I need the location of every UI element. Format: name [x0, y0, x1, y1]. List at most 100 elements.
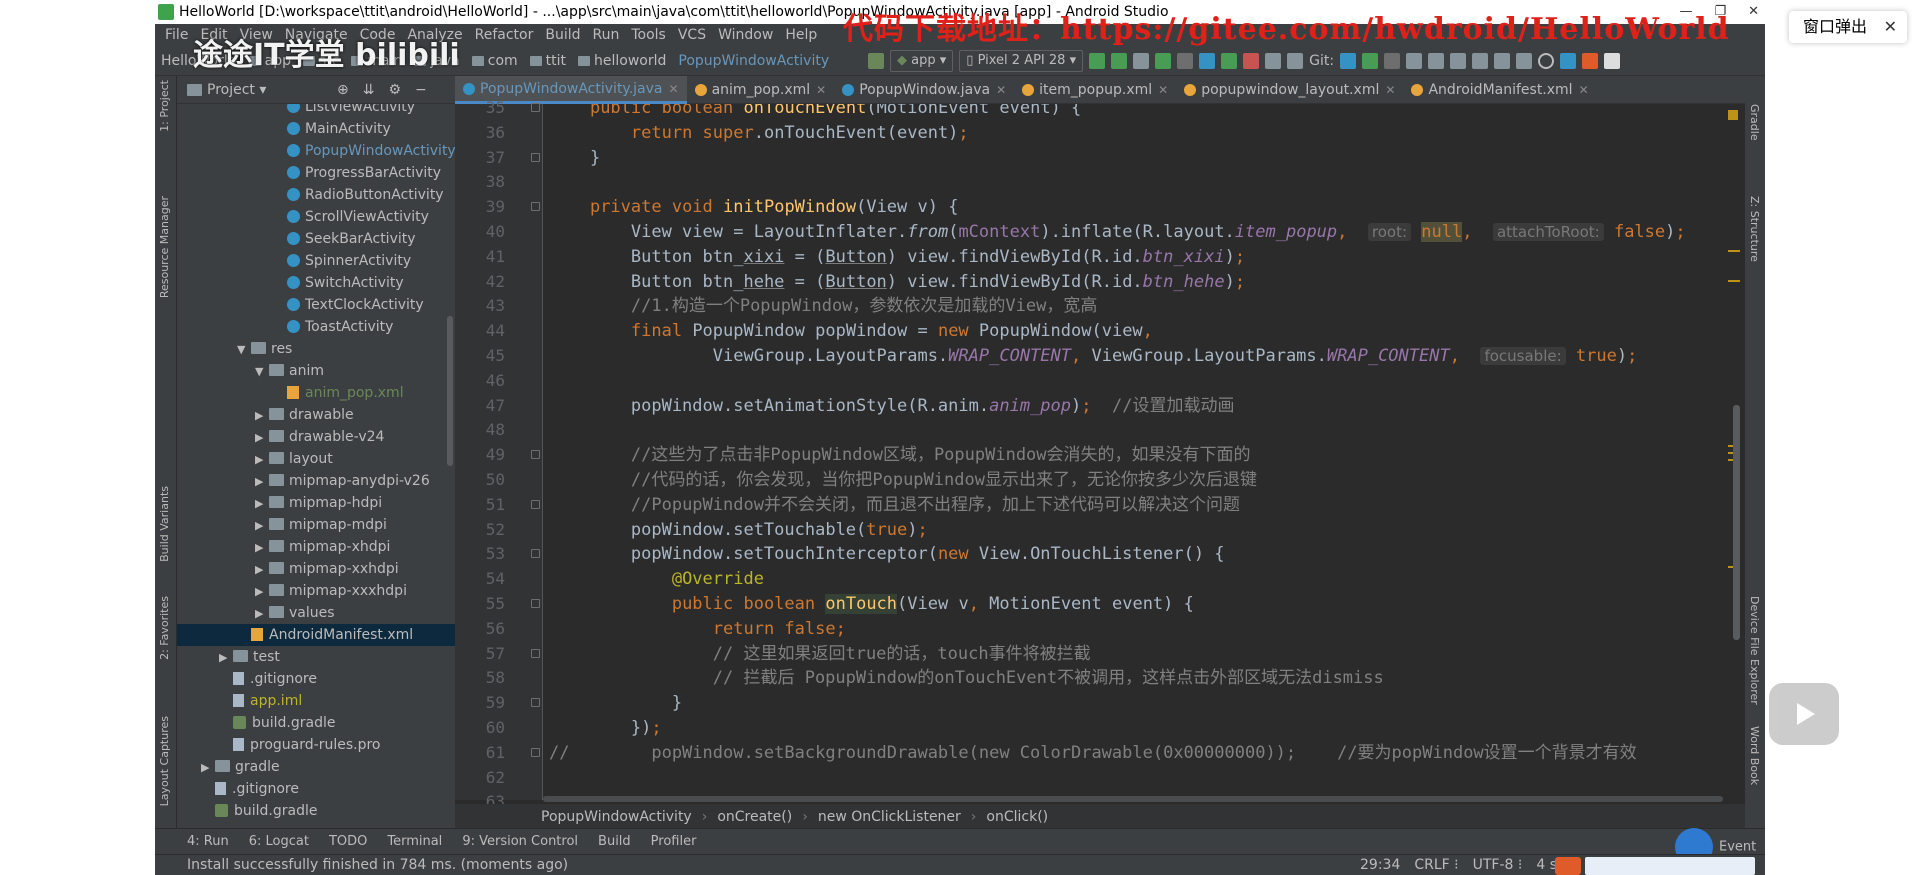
bug-icon[interactable] — [1221, 53, 1238, 69]
tree-file[interactable]: ToastActivity — [273, 316, 393, 338]
code-line[interactable]: // popWindow.setBackgroundDrawable(new C… — [549, 741, 1637, 765]
chevron-right-icon[interactable]: ▶ — [255, 449, 269, 471]
line-number[interactable]: 59 — [455, 691, 505, 715]
sdk-manager-icon[interactable] — [1472, 53, 1489, 69]
tab-item-popup-xml[interactable]: item_popup.xml ✕ — [1014, 76, 1176, 104]
line-number[interactable]: 40 — [455, 220, 505, 244]
hammer-icon[interactable] — [868, 53, 884, 69]
attach-debugger-icon[interactable] — [1177, 53, 1194, 69]
tree-folder[interactable]: ▶ mipmap-xxhdpi — [255, 558, 399, 580]
tree-folder[interactable]: ▶ drawable — [255, 404, 354, 426]
line-number[interactable]: 51 — [455, 493, 505, 517]
tree-file[interactable]: ScrollViewActivity — [273, 206, 429, 228]
apply-code-changes-icon[interactable] — [1111, 53, 1128, 69]
close-icon[interactable]: ✕ — [1579, 76, 1589, 104]
tree-file[interactable]: MainActivity — [273, 118, 391, 140]
line-number[interactable]: 43 — [455, 294, 505, 318]
line-number[interactable]: 38 — [455, 170, 505, 194]
chevron-down-icon[interactable]: ▼ — [237, 339, 251, 361]
tool-window-4-run[interactable]: 4: Run — [187, 829, 229, 854]
play-icon[interactable] — [1769, 683, 1839, 745]
code-line[interactable]: } — [549, 691, 682, 715]
avd-manager-icon[interactable] — [1287, 53, 1304, 69]
nav-crumb-current-class[interactable]: PopupWindowActivity — [672, 46, 835, 76]
tab-popupwindow-java[interactable]: PopupWindow.java ✕ — [834, 76, 1014, 104]
horizontal-scroll-thumb[interactable] — [543, 796, 1723, 802]
tree-file[interactable]: SpinnerActivity — [273, 250, 411, 272]
tree-file[interactable]: .gitignore — [219, 668, 317, 690]
code-line[interactable]: ViewGroup.LayoutParams.WRAP_CONTENT, Vie… — [549, 344, 1638, 368]
fold-marker-icon[interactable] — [531, 549, 540, 559]
nav-crumb[interactable]: ttit — [524, 46, 572, 76]
line-number[interactable]: 58 — [455, 666, 505, 690]
fold-marker-icon[interactable] — [531, 747, 540, 757]
stripe-build-variants[interactable]: Build Variants — [158, 486, 171, 562]
tree-file[interactable]: proguard-rules.pro — [219, 734, 380, 756]
tree-folder[interactable]: ▶ mipmap-hdpi — [255, 492, 382, 514]
git-commit-icon[interactable] — [1362, 53, 1379, 69]
code-line[interactable]: View view = LayoutInflater.from(mContext… — [549, 220, 1686, 244]
layout-inspector-icon[interactable] — [1450, 53, 1467, 69]
tree-file[interactable]: build.gradle — [201, 800, 318, 822]
file-encoding[interactable]: UTF-8 ⁝ — [1473, 855, 1523, 875]
chevron-right-icon[interactable]: ▶ — [201, 757, 215, 779]
close-icon[interactable]: ✕ — [1385, 76, 1395, 104]
line-number[interactable]: 44 — [455, 319, 505, 343]
line-separator[interactable]: CRLF ⁝ — [1414, 855, 1458, 875]
line-number[interactable]: 41 — [455, 245, 505, 269]
translate-icon[interactable] — [1560, 53, 1577, 69]
menu-window[interactable]: Window — [714, 24, 781, 46]
sogou-ime-icon[interactable] — [1555, 857, 1581, 875]
tree-file[interactable]: SwitchActivity — [273, 272, 404, 294]
line-number[interactable]: 46 — [455, 369, 505, 393]
line-number[interactable]: 61 — [455, 741, 505, 765]
git-rollback-icon[interactable] — [1406, 53, 1423, 69]
line-number[interactable]: 54 — [455, 567, 505, 591]
ime-tools-strip[interactable] — [1585, 857, 1755, 875]
tree-file[interactable]: anim_pop.xml — [273, 382, 404, 404]
code-line[interactable]: @Override — [549, 567, 764, 591]
tool-window-terminal[interactable]: Terminal — [387, 829, 442, 854]
code-line[interactable]: private void initPopWindow(View v) { — [549, 195, 959, 219]
line-number[interactable]: 42 — [455, 270, 505, 294]
git-update-icon[interactable] — [1340, 53, 1357, 69]
tree-folder[interactable]: ▶ layout — [255, 448, 333, 470]
git-history-icon[interactable] — [1384, 53, 1401, 69]
code-line[interactable]: popWindow.setAnimationStyle(R.anim.anim_… — [549, 394, 1235, 418]
line-number[interactable]: 47 — [455, 394, 505, 418]
line-number[interactable]: 60 — [455, 716, 505, 740]
menu-vcs[interactable]: VCS — [674, 24, 714, 46]
fold-marker-icon[interactable] — [531, 450, 540, 460]
close-icon[interactable]: ✕ — [1158, 76, 1168, 104]
chevron-right-icon[interactable]: ▶ — [255, 559, 269, 581]
editor-vertical-scrollbar[interactable] — [1733, 405, 1740, 640]
menu-build[interactable]: Build — [541, 24, 588, 46]
close-icon[interactable]: ✕ — [816, 76, 826, 104]
close-icon[interactable]: ✕ — [996, 76, 1006, 104]
code-line[interactable]: // 拦截后 PopupWindow的onTouchEvent不被调用，这样点击… — [549, 666, 1384, 690]
tree-folder[interactable]: ▶ gradle — [201, 756, 280, 778]
tree-file[interactable]: app.iml — [219, 690, 302, 712]
line-number[interactable]: 56 — [455, 617, 505, 641]
code-line[interactable]: popWindow.setTouchable(true); — [549, 518, 928, 542]
line-number[interactable]: 52 — [455, 518, 505, 542]
menu-refactor[interactable]: Refactor — [471, 24, 542, 46]
collapse-icon[interactable]: ⇊ — [363, 82, 389, 98]
code-line[interactable]: Button btn_hehe = (Button) view.findView… — [549, 270, 1245, 294]
code-line[interactable]: //代码的话，你会发现，当你把PopupWindow显示出来了，无论你按多少次后… — [549, 468, 1257, 492]
tree-file[interactable]: SeekBarActivity — [273, 228, 416, 250]
code-line[interactable]: Button btn_xixi = (Button) view.findView… — [549, 245, 1245, 269]
nav-crumb[interactable]: com — [466, 46, 524, 76]
line-number[interactable]: 62 — [455, 766, 505, 790]
chevron-right-icon[interactable]: ▶ — [255, 405, 269, 427]
fold-marker-icon[interactable] — [531, 698, 540, 708]
fold-marker-icon[interactable] — [531, 648, 540, 658]
logcat-icon[interactable] — [1133, 53, 1150, 69]
caret-position[interactable]: 29:34 — [1360, 855, 1400, 875]
fold-marker-icon[interactable] — [531, 152, 540, 162]
code-line[interactable]: //PopupWindow并不会关闭，而且退不出程序，加上下述代码可以解决这个问… — [549, 493, 1240, 517]
project-scrollbar[interactable] — [447, 316, 453, 466]
sync-icon[interactable] — [1265, 53, 1282, 69]
code-line[interactable]: public boolean onTouch(View v, MotionEve… — [549, 592, 1194, 616]
apply-changes-icon[interactable] — [1089, 53, 1106, 69]
